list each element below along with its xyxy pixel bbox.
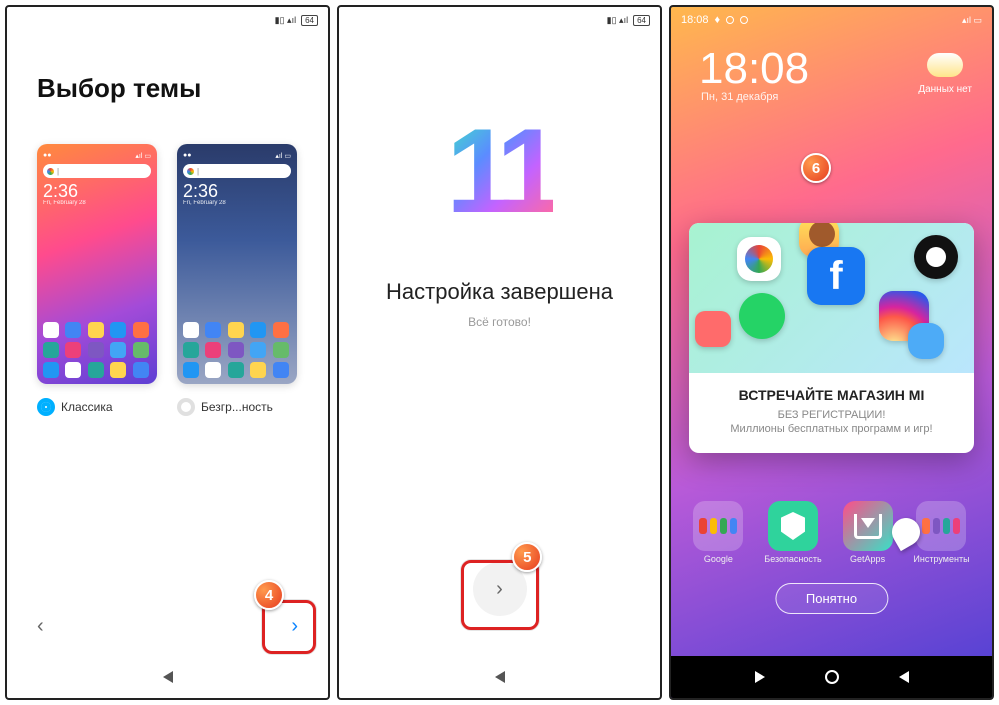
screen-home-popup: 18:08 ♦ ▴ıl ▭ 18:08 Пн, 31 декабря Данны… <box>669 5 994 700</box>
callout-badge-4: 4 <box>254 580 284 610</box>
theme-label-classic: Классика <box>61 400 113 414</box>
theme-option-classic[interactable]: ●●▴ıl ▭ | 2:36 Fri, February 28 Классика <box>37 144 157 416</box>
screen-theme-select: ▮▯ ▴ıl 64 Выбор темы ●●▴ıl ▭ | 2:36 Fri,… <box>5 5 330 700</box>
radio-classic[interactable] <box>37 398 55 416</box>
android-navbar <box>339 656 660 698</box>
weather-widget[interactable]: Данных нет <box>918 53 972 95</box>
popup-line2: Миллионы бесплатных программ и игр! <box>701 423 962 435</box>
battery-icon: 64 <box>633 15 650 26</box>
nav-back-icon[interactable] <box>495 671 505 683</box>
radio-limitless[interactable] <box>177 398 195 416</box>
signal-icon: ▮▯ ▴ıl <box>607 15 628 26</box>
got-it-button[interactable]: Понятно <box>775 583 888 614</box>
theme-preview-classic: ●●▴ıl ▭ | 2:36 Fri, February 28 <box>37 144 157 384</box>
status-icon <box>726 16 734 24</box>
nav-back-icon[interactable] <box>163 671 173 683</box>
status-bar: ▮▯ ▴ıl 64 <box>7 7 328 33</box>
theme-label-limitless: Безгр...ность <box>201 400 273 414</box>
theme-preview-limitless: ●●▴ıl ▭ | 2:36 Fri, February 28 <box>177 144 297 384</box>
nav-back-icon[interactable] <box>755 671 765 683</box>
signal-icon: ▮▯ ▴ıl <box>275 15 296 26</box>
status-icon: ♦ <box>715 14 721 26</box>
miui-logo: 11 <box>446 123 553 219</box>
app-dock: Google Безопасность GetApps Инструменты <box>683 501 980 564</box>
screen-setup-complete: ▮▯ ▴ıl 64 11 Настройка завершена Всё гот… <box>337 5 662 700</box>
android-navbar <box>671 656 992 698</box>
status-time: 18:08 <box>681 14 709 26</box>
status-icon <box>740 16 748 24</box>
signal-icon: ▴ıl ▭ <box>962 15 982 25</box>
callout-badge-6: 6 <box>801 153 831 183</box>
nav-home-icon[interactable] <box>825 670 839 684</box>
theme-option-limitless[interactable]: ●●▴ıl ▭ | 2:36 Fri, February 28 Безгр...… <box>177 144 297 416</box>
nav-recent-icon[interactable] <box>899 671 909 683</box>
battery-icon: 64 <box>301 15 318 26</box>
mi-store-popup: f ВСТРЕЧАЙТЕ МАГАЗИН MI БЕЗ РЕГИСТРАЦИИ!… <box>689 223 974 453</box>
popup-title: ВСТРЕЧАЙТЕ МАГАЗИН MI <box>701 387 962 403</box>
weather-icon <box>927 53 963 77</box>
status-bar: ▮▯ ▴ıl 64 <box>339 7 660 33</box>
complete-subtitle: Всё готово! <box>468 315 531 329</box>
folder-google[interactable]: Google <box>693 501 743 564</box>
android-navbar <box>7 656 328 698</box>
popup-line1: БЕЗ РЕГИСТРАЦИИ! <box>701 409 962 421</box>
app-getapps[interactable]: GetApps <box>843 501 893 564</box>
status-bar: 18:08 ♦ ▴ıl ▭ <box>671 7 992 33</box>
page-title: Выбор темы <box>37 73 298 104</box>
folder-tools[interactable]: Инструменты <box>913 501 969 564</box>
complete-title: Настройка завершена <box>386 279 613 305</box>
weather-label: Данных нет <box>918 84 972 95</box>
back-button[interactable]: ‹ <box>37 615 44 638</box>
popup-image: f <box>689 223 974 373</box>
app-security[interactable]: Безопасность <box>764 501 821 564</box>
